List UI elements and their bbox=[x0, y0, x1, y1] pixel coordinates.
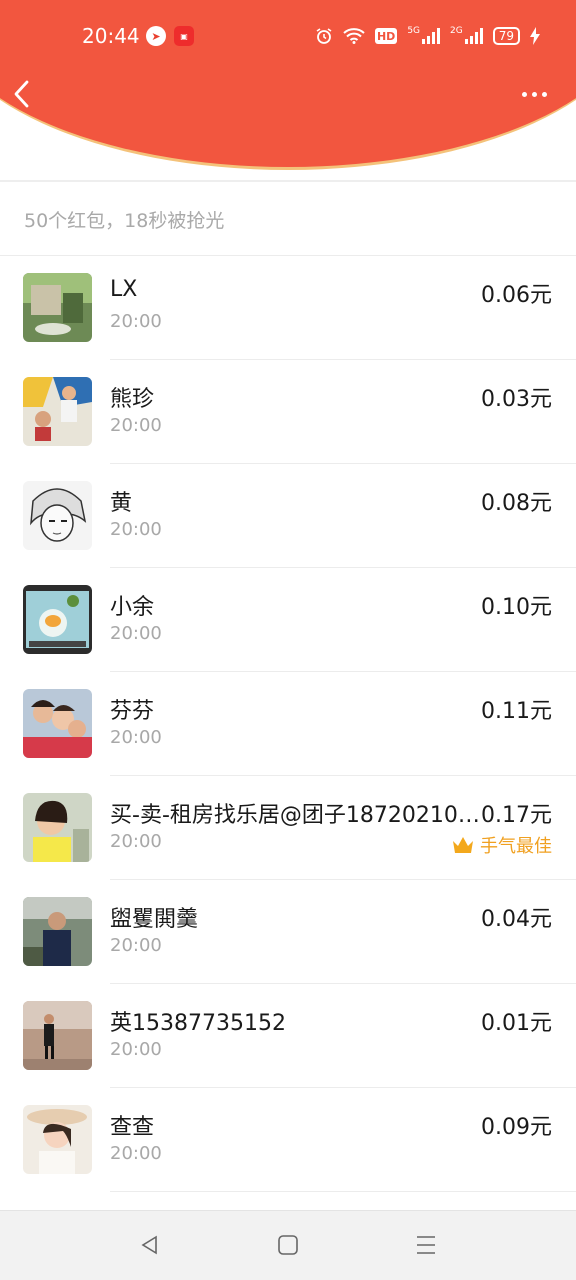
grab-amount: 0.17元 bbox=[481, 803, 552, 828]
grab-time: 20:00 bbox=[110, 1143, 162, 1164]
grab-time: 20:00 bbox=[110, 727, 162, 748]
grab-time: 20:00 bbox=[110, 831, 162, 852]
grab-time: 20:00 bbox=[110, 935, 162, 956]
list-item[interactable]: 盥矍閧羹 20:00 0.04元 bbox=[0, 880, 576, 984]
member-name: 买-卖-租房找乐居@团子18720210000 bbox=[110, 803, 482, 828]
member-name: 盥矍閧羹 bbox=[110, 907, 199, 932]
grab-time: 20:00 bbox=[110, 519, 162, 540]
grab-amount: 0.03元 bbox=[481, 387, 552, 412]
avatar bbox=[23, 1001, 92, 1070]
list-item[interactable]: 芬芬 20:00 0.11元 bbox=[0, 672, 576, 776]
grab-time: 20:00 bbox=[110, 311, 162, 332]
battery-icon: 79 bbox=[492, 27, 520, 45]
member-name: 小余 bbox=[110, 595, 155, 620]
list-item[interactable]: 英15387735152 20:00 0.01元 bbox=[0, 984, 576, 1088]
grab-amount: 0.09元 bbox=[481, 1115, 552, 1140]
menu-lines-icon bbox=[417, 1236, 435, 1254]
app-notification-icon: ➤ bbox=[146, 26, 166, 46]
grab-amount: 0.01元 bbox=[481, 1011, 552, 1036]
member-name: 查查 bbox=[110, 1115, 155, 1140]
grab-time: 20:00 bbox=[110, 1039, 162, 1060]
row-divider bbox=[110, 1191, 576, 1192]
member-name: 黄 bbox=[110, 491, 133, 516]
grab-time: 20:00 bbox=[110, 623, 162, 644]
hd-icon: HD bbox=[374, 28, 398, 44]
alarm-icon bbox=[315, 26, 333, 46]
avatar bbox=[23, 689, 92, 758]
nav-menu-button[interactable] bbox=[414, 1233, 438, 1257]
chevron-left-icon bbox=[14, 80, 29, 108]
best-luck-label: 手气最佳 bbox=[480, 836, 552, 857]
signal-5g-icon: 5G bbox=[407, 26, 441, 46]
avatar bbox=[23, 377, 92, 446]
header-divider bbox=[0, 180, 576, 182]
grab-amount: 0.11元 bbox=[481, 699, 552, 724]
status-time: 20:44 bbox=[82, 24, 140, 48]
more-dots-icon bbox=[522, 91, 527, 97]
list-item[interactable]: 黄 20:00 0.08元 bbox=[0, 464, 576, 568]
list-item[interactable]: 小余 20:00 0.10元 bbox=[0, 568, 576, 672]
list-item[interactable]: 买-卖-租房找乐居@团子18720210000 20:00 0.17元 手气最佳 bbox=[0, 776, 576, 880]
back-triangle-icon bbox=[141, 1235, 157, 1255]
nav-home-button[interactable] bbox=[276, 1233, 300, 1257]
grab-time: 20:00 bbox=[110, 415, 162, 436]
member-name: 英15387735152 bbox=[110, 1011, 286, 1036]
list-item[interactable]: 熊珍 20:00 0.03元 bbox=[0, 360, 576, 464]
list-item[interactable]: 查查 20:00 0.09元 bbox=[0, 1088, 576, 1192]
member-name: LX bbox=[110, 277, 138, 302]
list-item[interactable]: LX 20:00 0.06元 bbox=[0, 256, 576, 360]
summary-text: 50个红包，18秒被抢光 bbox=[24, 210, 225, 232]
status-bar: 20:44 ➤ ▣ HD 5G 2G 79 bbox=[0, 0, 576, 72]
grab-amount: 0.10元 bbox=[481, 595, 552, 620]
signal-2g-icon: 2G bbox=[450, 26, 483, 46]
home-square-icon bbox=[278, 1235, 298, 1255]
avatar bbox=[23, 793, 92, 862]
avatar bbox=[23, 1105, 92, 1174]
grab-amount: 0.08元 bbox=[481, 491, 552, 516]
crown-icon bbox=[453, 837, 473, 853]
member-name: 熊珍 bbox=[110, 387, 155, 412]
records-list: LX 20:00 0.06元 熊珍 20:00 0.03元 黄 20:00 0.… bbox=[0, 256, 576, 1192]
red-packet-header: 20:44 ➤ ▣ HD 5G 2G 79 bbox=[0, 0, 576, 180]
avatar bbox=[23, 273, 92, 342]
system-nav-bar bbox=[0, 1210, 576, 1280]
app-notification-icon: ▣ bbox=[174, 26, 194, 46]
battery-level: 79 bbox=[498, 29, 514, 43]
nav-back-button[interactable] bbox=[138, 1233, 162, 1257]
avatar bbox=[23, 897, 92, 966]
grab-amount: 0.06元 bbox=[481, 283, 552, 308]
best-luck-badge: 手气最佳 bbox=[452, 832, 552, 858]
avatar bbox=[23, 481, 92, 550]
more-button[interactable] bbox=[522, 84, 552, 104]
charging-icon bbox=[530, 26, 540, 46]
wifi-icon bbox=[343, 26, 365, 46]
avatar bbox=[23, 585, 92, 654]
back-button[interactable] bbox=[10, 78, 38, 110]
grab-amount: 0.04元 bbox=[481, 907, 552, 932]
member-name: 芬芬 bbox=[110, 699, 155, 724]
